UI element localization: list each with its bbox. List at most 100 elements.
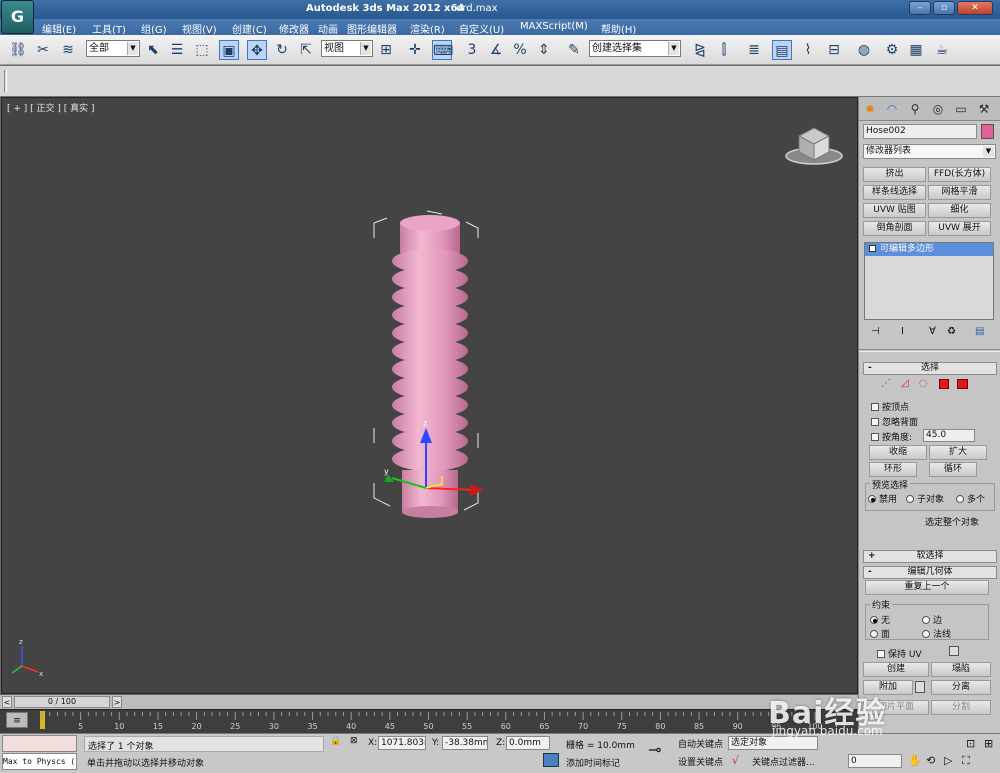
mirror-icon[interactable]: ⧎ — [690, 40, 710, 60]
script-listener-top[interactable] — [2, 735, 77, 752]
current-frame-field[interactable]: 0 — [848, 754, 902, 768]
curve-editor-icon[interactable]: ⌇ — [798, 40, 818, 60]
hose-object[interactable] — [392, 215, 468, 518]
menu-group[interactable]: 组(G) — [141, 21, 167, 36]
menu-modifiers[interactable]: 修改器 — [279, 21, 309, 36]
zoom-extents-icon[interactable]: ⊡ — [966, 737, 975, 750]
window-crossing-icon[interactable]: ▣ — [219, 40, 239, 60]
menu-views[interactable]: 视图(V) — [182, 21, 217, 36]
polygon-icon[interactable] — [939, 379, 949, 389]
add-time-tag-text[interactable]: 添加时间标记 — [566, 756, 620, 769]
edit-geometry-rollout-header[interactable]: - 编辑几何体 — [863, 566, 997, 579]
orbit-icon[interactable]: ⟲ — [926, 754, 935, 767]
menu-tools[interactable]: 工具(T) — [92, 21, 126, 36]
app-logo-icon[interactable]: G — [1, 0, 34, 34]
link-icon[interactable]: ⛓ — [8, 40, 28, 60]
repeat-last-button[interactable]: 重复上一个 — [865, 580, 989, 595]
constraint-edge-radio[interactable]: 边 — [922, 613, 942, 626]
ring-button[interactable]: 环形 — [869, 462, 917, 477]
selection-rollout-header[interactable]: - 选择 — [863, 362, 997, 375]
select-manipulate-icon[interactable]: ✛ — [405, 40, 425, 60]
display-tab-icon[interactable]: ▭ — [952, 100, 970, 118]
lock-selection-icon[interactable]: 🔒 — [330, 736, 341, 746]
create-tab-icon[interactable]: ✸ — [861, 100, 879, 118]
configure-sets-icon[interactable]: ▤ — [975, 326, 984, 337]
menu-customize[interactable]: 自定义(U) — [459, 21, 504, 36]
rendered-frame-window-icon[interactable]: ▦ — [906, 40, 926, 60]
minimize-button[interactable]: – — [909, 1, 931, 15]
select-rotate-icon[interactable]: ↻ — [272, 40, 292, 60]
auto-key-button[interactable]: 自动关键点 — [678, 737, 723, 750]
set-key-button[interactable]: 设置关键点 — [678, 755, 723, 768]
ribbon-handle[interactable] — [4, 70, 7, 92]
align-icon[interactable]: ⫿ — [714, 40, 734, 60]
key-filter-selection-dropdown[interactable]: 选定对象 — [728, 736, 818, 750]
menu-animation[interactable]: 动画 — [318, 21, 338, 36]
edit-named-selection-icon[interactable]: ✎ — [564, 40, 584, 60]
material-editor-icon[interactable]: ◍ — [854, 40, 874, 60]
zoom-all-icon[interactable]: ⊞ — [984, 737, 993, 750]
modifier-uvw-map-button[interactable]: UVW 贴图 — [863, 203, 926, 218]
collapse-button[interactable]: 塌陷 — [931, 662, 991, 677]
unlink-icon[interactable]: ✂ — [33, 40, 53, 60]
menu-graph-editors[interactable]: 图形编辑器 — [347, 21, 397, 36]
element-icon[interactable] — [957, 379, 968, 389]
close-button[interactable]: ✕ — [957, 1, 993, 15]
object-color-swatch[interactable] — [981, 124, 994, 139]
y-coordinate-field[interactable]: -38.38mm — [442, 736, 488, 750]
menu-maxscript[interactable]: MAXScript(M) — [520, 21, 588, 32]
render-production-icon[interactable]: ☕ — [932, 40, 952, 60]
modifier-unwrap-uvw-button[interactable]: UVW 展开 — [928, 221, 991, 236]
motion-tab-icon[interactable]: ◎ — [929, 100, 947, 118]
script-listener-input[interactable]: Max to Physcs ( — [2, 753, 77, 770]
constraint-normal-radio[interactable]: 法线 — [922, 627, 951, 640]
pin-stack-icon[interactable]: ⊣ — [871, 326, 880, 337]
select-object-icon[interactable]: ⬉ — [143, 40, 163, 60]
render-setup-icon[interactable]: ⚙ — [882, 40, 902, 60]
select-move-icon[interactable]: ✥ — [247, 40, 267, 60]
shrink-button[interactable]: 收缩 — [869, 445, 927, 460]
preview-off-radio[interactable]: 禁用 — [868, 492, 897, 505]
constraint-face-radio[interactable]: 面 — [870, 627, 890, 640]
split-button[interactable]: 分割 — [931, 700, 991, 715]
pan-icon[interactable]: ✋ — [908, 754, 922, 767]
snaps-toggle-icon[interactable]: 3 — [462, 40, 482, 60]
x-coordinate-field[interactable]: 1071.803m — [378, 736, 426, 750]
field-of-view-icon[interactable]: ▷ — [944, 754, 952, 767]
restore-button[interactable]: ▫ — [933, 1, 955, 15]
object-name-field[interactable]: Hose002 — [863, 124, 977, 139]
select-scale-icon[interactable]: ⇱ — [296, 40, 316, 60]
angle-spinner[interactable]: 45.0 — [923, 429, 975, 442]
schematic-view-icon[interactable]: ⊟ — [824, 40, 844, 60]
utilities-tab-icon[interactable]: ⚒ — [975, 100, 993, 118]
preview-multi-radio[interactable]: 多个 — [956, 492, 985, 505]
selection-filter-dropdown[interactable]: 全部 ▼ — [86, 40, 140, 57]
menu-rendering[interactable]: 渲染(R) — [410, 21, 445, 36]
constraint-none-radio[interactable]: 无 — [870, 613, 890, 626]
menu-create[interactable]: 创建(C) — [232, 21, 267, 36]
menu-edit[interactable]: 编辑(E) — [42, 21, 76, 36]
z-coordinate-field[interactable]: 0.0mm — [506, 736, 550, 750]
by-vertex-checkbox[interactable]: 按顶点 — [871, 400, 909, 413]
rectangular-selection-icon[interactable]: ⬚ — [192, 40, 212, 60]
select-by-name-icon[interactable]: ☰ — [167, 40, 187, 60]
remove-modifier-icon[interactable]: ♻ — [947, 326, 956, 337]
border-icon[interactable]: ◌ — [919, 378, 928, 389]
modifier-spline-select-button[interactable]: 样条线选择 — [863, 185, 926, 200]
create-button[interactable]: 创建 — [863, 662, 929, 677]
modify-tab-icon[interactable]: ◠ — [883, 100, 901, 118]
modifier-ffd-box-button[interactable]: FFD(长方体) — [928, 167, 991, 182]
track-bar[interactable]: ≡ 5 10 15 20 25 30 35 40 45 50 55 60 65 70 75 80 85 90 95 1… — [0, 709, 858, 733]
show-end-result-icon[interactable]: Ⅰ — [901, 326, 904, 337]
perspective-viewport[interactable]: [ + ] [ 正交 ] [ 真实 ] y z z x — [1, 97, 858, 694]
detach-button[interactable]: 分离 — [931, 680, 991, 695]
preview-subobject-radio[interactable]: 子对象 — [906, 492, 944, 505]
time-slider[interactable]: < 0 / 100 > — [0, 694, 858, 709]
spinner-snap-icon[interactable]: ⇕ — [534, 40, 554, 60]
modifier-meshsmooth-button[interactable]: 网格平滑 — [928, 185, 991, 200]
percent-snap-icon[interactable]: % — [510, 40, 530, 60]
pivot-center-icon[interactable]: ⊞ — [376, 40, 396, 60]
make-unique-icon[interactable]: ∀ — [929, 326, 936, 337]
reference-coordinate-dropdown[interactable]: 视图 ▼ — [321, 40, 373, 57]
keyboard-shortcut-override-icon[interactable]: ⌨ — [432, 40, 453, 60]
